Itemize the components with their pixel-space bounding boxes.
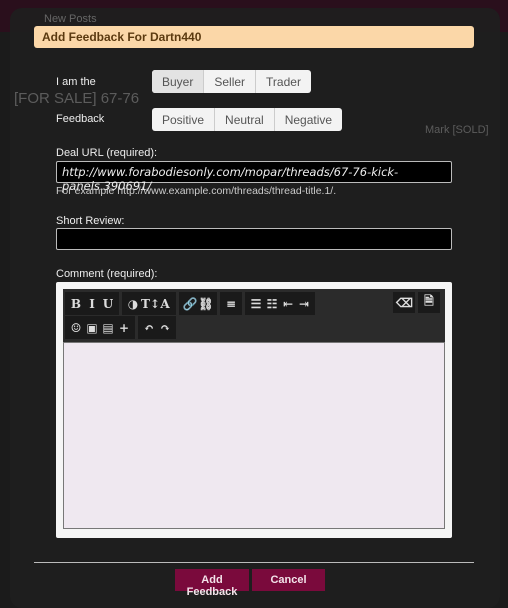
feedback-positive[interactable]: Positive — [152, 108, 216, 131]
bold-icon[interactable]: B — [68, 297, 84, 311]
dialog-divider — [34, 562, 474, 563]
deal-url-label: Deal URL (required): — [56, 147, 158, 159]
toolbar-group: ☺ ▣ ▤ + — [65, 316, 135, 339]
bg-thread-title: [FOR SALE] 67-76 — [14, 90, 140, 107]
feedback-negative[interactable]: Negative — [275, 108, 342, 131]
add-feedback-button[interactable]: Add Feedback — [175, 569, 249, 598]
bg-mark-sold: Mark [SOLD] — [425, 124, 489, 136]
numbered-list-icon[interactable]: ☷ — [264, 297, 280, 311]
deal-url-hint: For example http://www.example.com/threa… — [56, 185, 337, 197]
indent-icon[interactable]: ⇥ — [296, 297, 312, 311]
bullet-list-icon[interactable]: ☰ — [248, 297, 264, 311]
comment-label: Comment (required): — [56, 268, 158, 280]
undo-icon[interactable]: ↶ — [141, 321, 157, 335]
insert-icon[interactable]: + — [116, 321, 132, 335]
comment-textarea[interactable] — [63, 342, 445, 529]
underline-icon[interactable]: U — [100, 297, 116, 311]
role-trader[interactable]: Trader — [256, 70, 311, 93]
role-seller[interactable]: Seller — [204, 70, 257, 93]
smilie-icon[interactable]: ☺ — [68, 321, 84, 335]
short-review-input[interactable] — [56, 228, 452, 250]
link-icon[interactable]: 🔗 — [182, 297, 198, 311]
unlink-icon[interactable]: ⛓ — [198, 297, 214, 311]
toolbar-group: ≡ — [220, 292, 242, 315]
feedback-selector: Positive Neutral Negative — [152, 108, 343, 131]
toolbar-group: ↶ ↷ — [138, 316, 176, 339]
role-label: I am the — [56, 76, 96, 88]
toolbar-group: BIU — [65, 292, 119, 315]
toolbar-group: ◑ T↕ A — [122, 292, 176, 315]
toolbar-group: 🔗 ⛓ — [179, 292, 217, 315]
image-icon[interactable]: ▣ — [84, 321, 100, 335]
redo-icon[interactable]: ↷ — [157, 321, 173, 335]
editor-toolbar: B I U ◑ T↕ A 🔗 ⛓ ≡ ☰ ☷ ⇤ ⇥ ☺ ▣ ▤ + ↶ ↷ ⌫ 🗎 — [63, 289, 445, 342]
remove-format-icon[interactable]: ⌫ — [396, 296, 413, 310]
outdent-icon[interactable]: ⇤ — [280, 297, 296, 311]
feedback-label: Feedback — [56, 113, 105, 125]
toolbar-group: ⌫ — [393, 292, 415, 313]
short-review-label: Short Review: — [56, 215, 125, 227]
deal-url-input[interactable]: http://www.forabodiesonly.com/mopar/thre… — [56, 161, 452, 193]
role-buyer[interactable]: Buyer — [152, 70, 205, 93]
font-icon[interactable]: A — [157, 297, 173, 311]
feedback-neutral[interactable]: Neutral — [215, 108, 275, 131]
font-size-icon[interactable]: T↕ — [141, 297, 160, 311]
toolbar-group: ☰ ☷ ⇤ ⇥ — [245, 292, 315, 315]
comment-editor: B I U ◑ T↕ A 🔗 ⛓ ≡ ☰ ☷ ⇤ ⇥ ☺ ▣ ▤ + ↶ ↷ ⌫ 🗎 — [56, 282, 452, 538]
role-selector: Buyer Seller Trader — [152, 70, 311, 93]
color-icon[interactable]: ◑ — [125, 297, 141, 311]
toolbar-group: 🗎 — [418, 292, 440, 313]
dialog-title: Add Feedback For Dartn440 — [34, 26, 474, 48]
italic-icon[interactable]: I — [84, 297, 100, 311]
cancel-button[interactable]: Cancel — [252, 569, 325, 591]
align-icon[interactable]: ≡ — [223, 297, 239, 311]
source-icon[interactable]: 🗎 — [421, 292, 437, 313]
bg-new-posts: New Posts — [44, 13, 97, 25]
media-icon[interactable]: ▤ — [100, 321, 116, 335]
